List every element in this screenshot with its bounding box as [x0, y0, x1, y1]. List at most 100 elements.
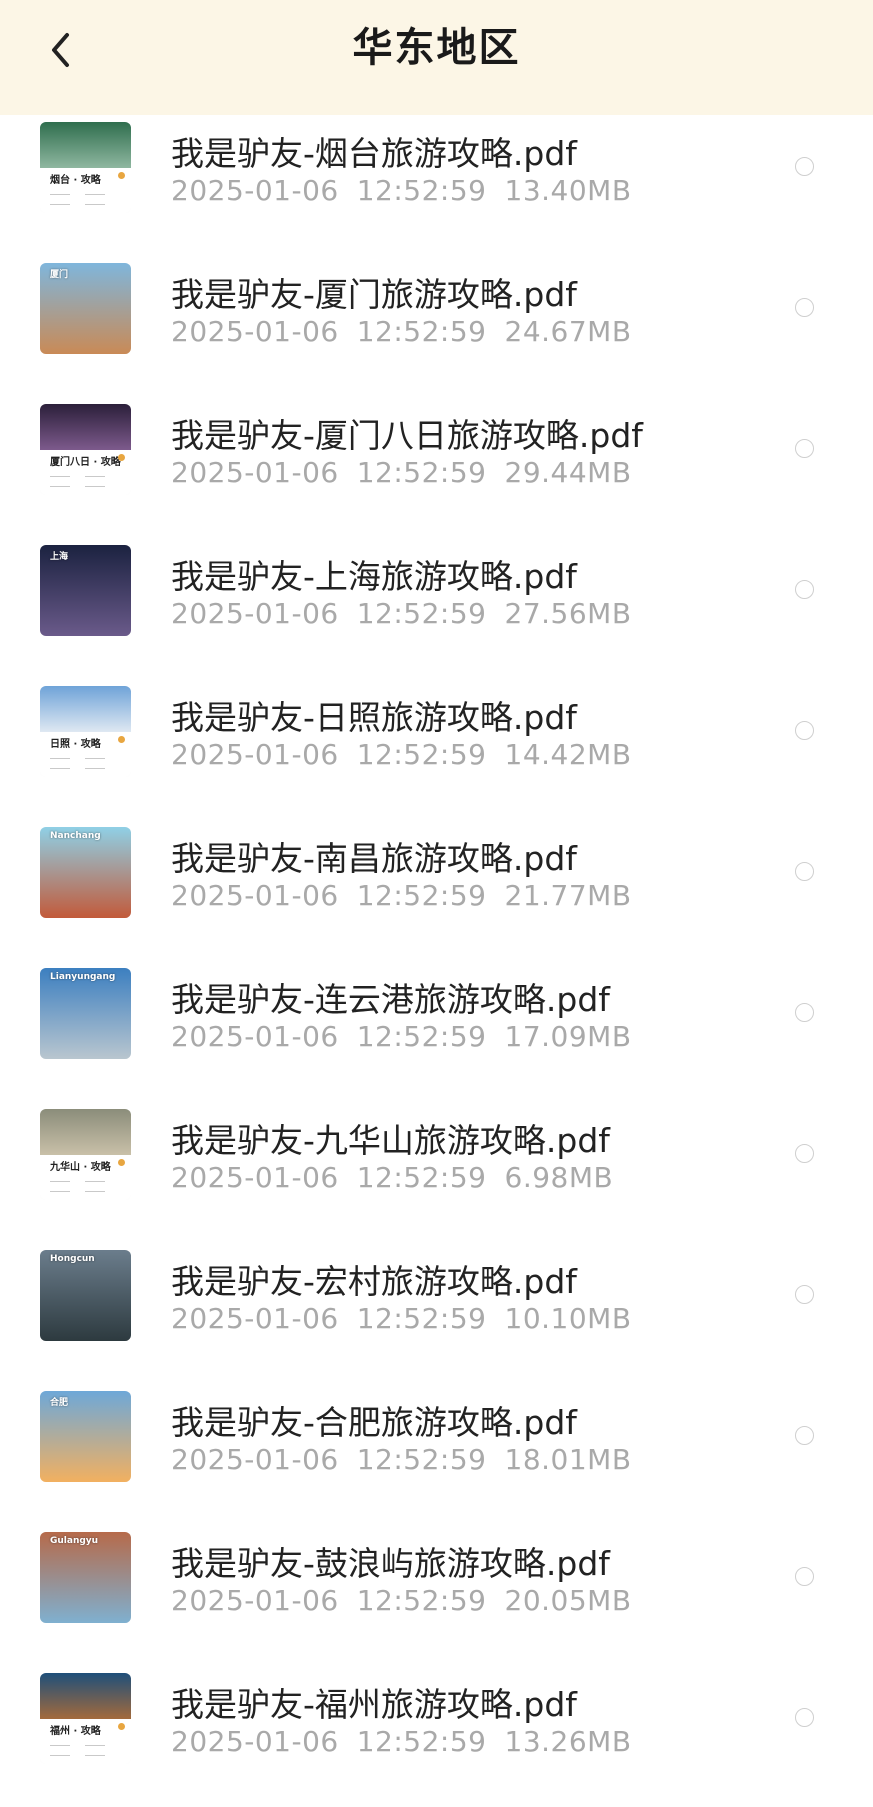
file-size: 17.09MB [504, 1020, 632, 1053]
file-meta: 2025-01-06 12:52:59 6.98MB [171, 1161, 613, 1194]
file-meta: 2025-01-06 12:52:59 14.42MB [171, 738, 632, 771]
cover-caption: 厦门 [50, 270, 69, 280]
file-list-item[interactable]: Nanchang 我是驴友-南昌旅游攻略.pdf 2025-01-06 12:52… [0, 820, 873, 961]
cover-caption: 合肥 [50, 1398, 69, 1408]
file-size: 27.56MB [504, 597, 632, 630]
file-list-item[interactable]: 厦门 我是驴友-厦门旅游攻略.pdf 2025-01-06 12:52:59 24.… [0, 256, 873, 397]
file-list-item[interactable]: Gulangyu 我是驴友-鼓浪屿旅游攻略.pdf 2025-01-06 12:5… [0, 1525, 873, 1666]
file-time: 12:52:59 [356, 879, 487, 912]
file-time: 12:52:59 [356, 597, 487, 630]
cover-caption: Lianyungang [50, 972, 116, 982]
file-name: 我是驴友-厦门八日旅游攻略.pdf [171, 416, 643, 455]
pdf-cover-thumbnail: 日照 · 攻略 [40, 686, 131, 777]
file-time: 12:52:59 [356, 1020, 487, 1053]
file-meta: 2025-01-06 12:52:59 24.67MB [171, 315, 632, 348]
file-date: 2025-01-06 [171, 1584, 339, 1617]
cover-caption: 日照 · 攻略 [50, 739, 101, 750]
pdf-cover-thumbnail: Nanchang [40, 827, 131, 918]
file-date: 2025-01-06 [171, 315, 339, 348]
file-meta: 2025-01-06 12:52:59 17.09MB [171, 1020, 632, 1053]
pdf-cover-thumbnail: 厦门八日 · 攻略 [40, 404, 131, 495]
cover-caption: 厦门八日 · 攻略 [50, 457, 121, 468]
select-radio-icon[interactable] [795, 1003, 814, 1022]
select-radio-icon[interactable] [795, 1285, 814, 1304]
file-name: 我是驴友-上海旅游攻略.pdf [171, 557, 577, 596]
pdf-cover-thumbnail: 上海 [40, 545, 131, 636]
file-meta: 2025-01-06 12:52:59 10.10MB [171, 1302, 632, 1335]
select-radio-icon[interactable] [795, 439, 814, 458]
select-radio-icon[interactable] [795, 1567, 814, 1586]
file-meta: 2025-01-06 12:52:59 13.40MB [171, 174, 632, 207]
file-list-item[interactable]: 合肥 我是驴友-合肥旅游攻略.pdf 2025-01-06 12:52:59 18.… [0, 1384, 873, 1525]
file-date: 2025-01-06 [171, 597, 339, 630]
file-meta: 2025-01-06 12:52:59 18.01MB [171, 1443, 632, 1476]
file-date: 2025-01-06 [171, 174, 339, 207]
file-name: 我是驴友-福州旅游攻略.pdf [171, 1685, 577, 1724]
file-size: 29.44MB [504, 456, 632, 489]
file-date: 2025-01-06 [171, 1020, 339, 1053]
file-size: 10.10MB [504, 1302, 632, 1335]
file-date: 2025-01-06 [171, 1161, 339, 1194]
top-bar: 华东地区 [0, 0, 873, 115]
pdf-cover-thumbnail: 合肥 [40, 1391, 131, 1482]
file-time: 12:52:59 [356, 1161, 487, 1194]
cover-caption: Gulangyu [50, 1536, 99, 1546]
select-radio-icon[interactable] [795, 298, 814, 317]
file-time: 12:52:59 [356, 174, 487, 207]
file-list-item[interactable]: 日照 · 攻略 我是驴友-日照旅游攻略.pdf 2025-01-06 12:52:… [0, 679, 873, 820]
file-name: 我是驴友-九华山旅游攻略.pdf [171, 1121, 610, 1160]
file-name: 我是驴友-烟台旅游攻略.pdf [171, 134, 577, 173]
file-list-item[interactable]: 上海 我是驴友-上海旅游攻略.pdf 2025-01-06 12:52:59 27.… [0, 538, 873, 679]
file-name: 我是驴友-连云港旅游攻略.pdf [171, 980, 610, 1019]
file-date: 2025-01-06 [171, 1443, 339, 1476]
file-size: 13.26MB [504, 1725, 632, 1758]
pdf-cover-thumbnail: 九华山 · 攻略 [40, 1109, 131, 1200]
pdf-cover-thumbnail: 福州 · 攻略 [40, 1673, 131, 1764]
select-radio-icon[interactable] [795, 862, 814, 881]
select-radio-icon[interactable] [795, 1708, 814, 1727]
file-time: 12:52:59 [356, 1302, 487, 1335]
select-radio-icon[interactable] [795, 1144, 814, 1163]
file-list-item[interactable]: 九华山 · 攻略 我是驴友-九华山旅游攻略.pdf 2025-01-06 12:5… [0, 1102, 873, 1243]
select-radio-icon[interactable] [795, 1426, 814, 1445]
file-date: 2025-01-06 [171, 1302, 339, 1335]
pdf-cover-thumbnail: Gulangyu [40, 1532, 131, 1623]
select-radio-icon[interactable] [795, 580, 814, 599]
cover-caption: 烟台 · 攻略 [50, 175, 101, 186]
file-time: 12:52:59 [356, 1725, 487, 1758]
file-date: 2025-01-06 [171, 1725, 339, 1758]
page-title: 华东地区 [352, 25, 521, 71]
select-radio-icon[interactable] [795, 721, 814, 740]
file-name: 我是驴友-合肥旅游攻略.pdf [171, 1403, 577, 1442]
file-name: 我是驴友-南昌旅游攻略.pdf [171, 839, 577, 878]
file-size: 13.40MB [504, 174, 632, 207]
file-name: 我是驴友-日照旅游攻略.pdf [171, 698, 577, 737]
file-list-item[interactable]: Hongcun 我是驴友-宏村旅游攻略.pdf 2025-01-06 12:52:… [0, 1243, 873, 1384]
file-size: 20.05MB [504, 1584, 632, 1617]
file-name: 我是驴友-宏村旅游攻略.pdf [171, 1262, 577, 1301]
file-date: 2025-01-06 [171, 456, 339, 489]
file-list-item[interactable]: Lianyungang 我是驴友-连云港旅游攻略.pdf 2025-01-06 1… [0, 961, 873, 1102]
file-size: 6.98MB [504, 1161, 614, 1194]
select-radio-icon[interactable] [795, 157, 814, 176]
cover-caption: 上海 [50, 552, 69, 562]
cover-caption: 九华山 · 攻略 [50, 1162, 111, 1173]
file-meta: 2025-01-06 12:52:59 21.77MB [171, 879, 632, 912]
file-list-item[interactable]: 烟台 · 攻略 我是驴友-烟台旅游攻略.pdf 2025-01-06 12:52:… [0, 115, 873, 256]
file-meta: 2025-01-06 12:52:59 27.56MB [171, 597, 632, 630]
file-name: 我是驴友-鼓浪屿旅游攻略.pdf [171, 1544, 610, 1583]
cover-caption: Hongcun [50, 1254, 95, 1264]
file-list-item[interactable]: 福州 · 攻略 我是驴友-福州旅游攻略.pdf 2025-01-06 12:52:… [0, 1666, 873, 1807]
file-date: 2025-01-06 [171, 738, 339, 771]
file-size: 18.01MB [504, 1443, 632, 1476]
pdf-cover-thumbnail: Lianyungang [40, 968, 131, 1059]
pdf-cover-thumbnail: Hongcun [40, 1250, 131, 1341]
file-time: 12:52:59 [356, 1584, 487, 1617]
file-time: 12:52:59 [356, 1443, 487, 1476]
file-meta: 2025-01-06 12:52:59 13.26MB [171, 1725, 632, 1758]
file-size: 14.42MB [504, 738, 632, 771]
file-size: 21.77MB [504, 879, 632, 912]
pdf-cover-thumbnail: 厦门 [40, 263, 131, 354]
file-list-item[interactable]: 厦门八日 · 攻略 我是驴友-厦门八日旅游攻略.pdf 2025-01-06 12… [0, 397, 873, 538]
pdf-cover-thumbnail: 烟台 · 攻略 [40, 122, 131, 213]
